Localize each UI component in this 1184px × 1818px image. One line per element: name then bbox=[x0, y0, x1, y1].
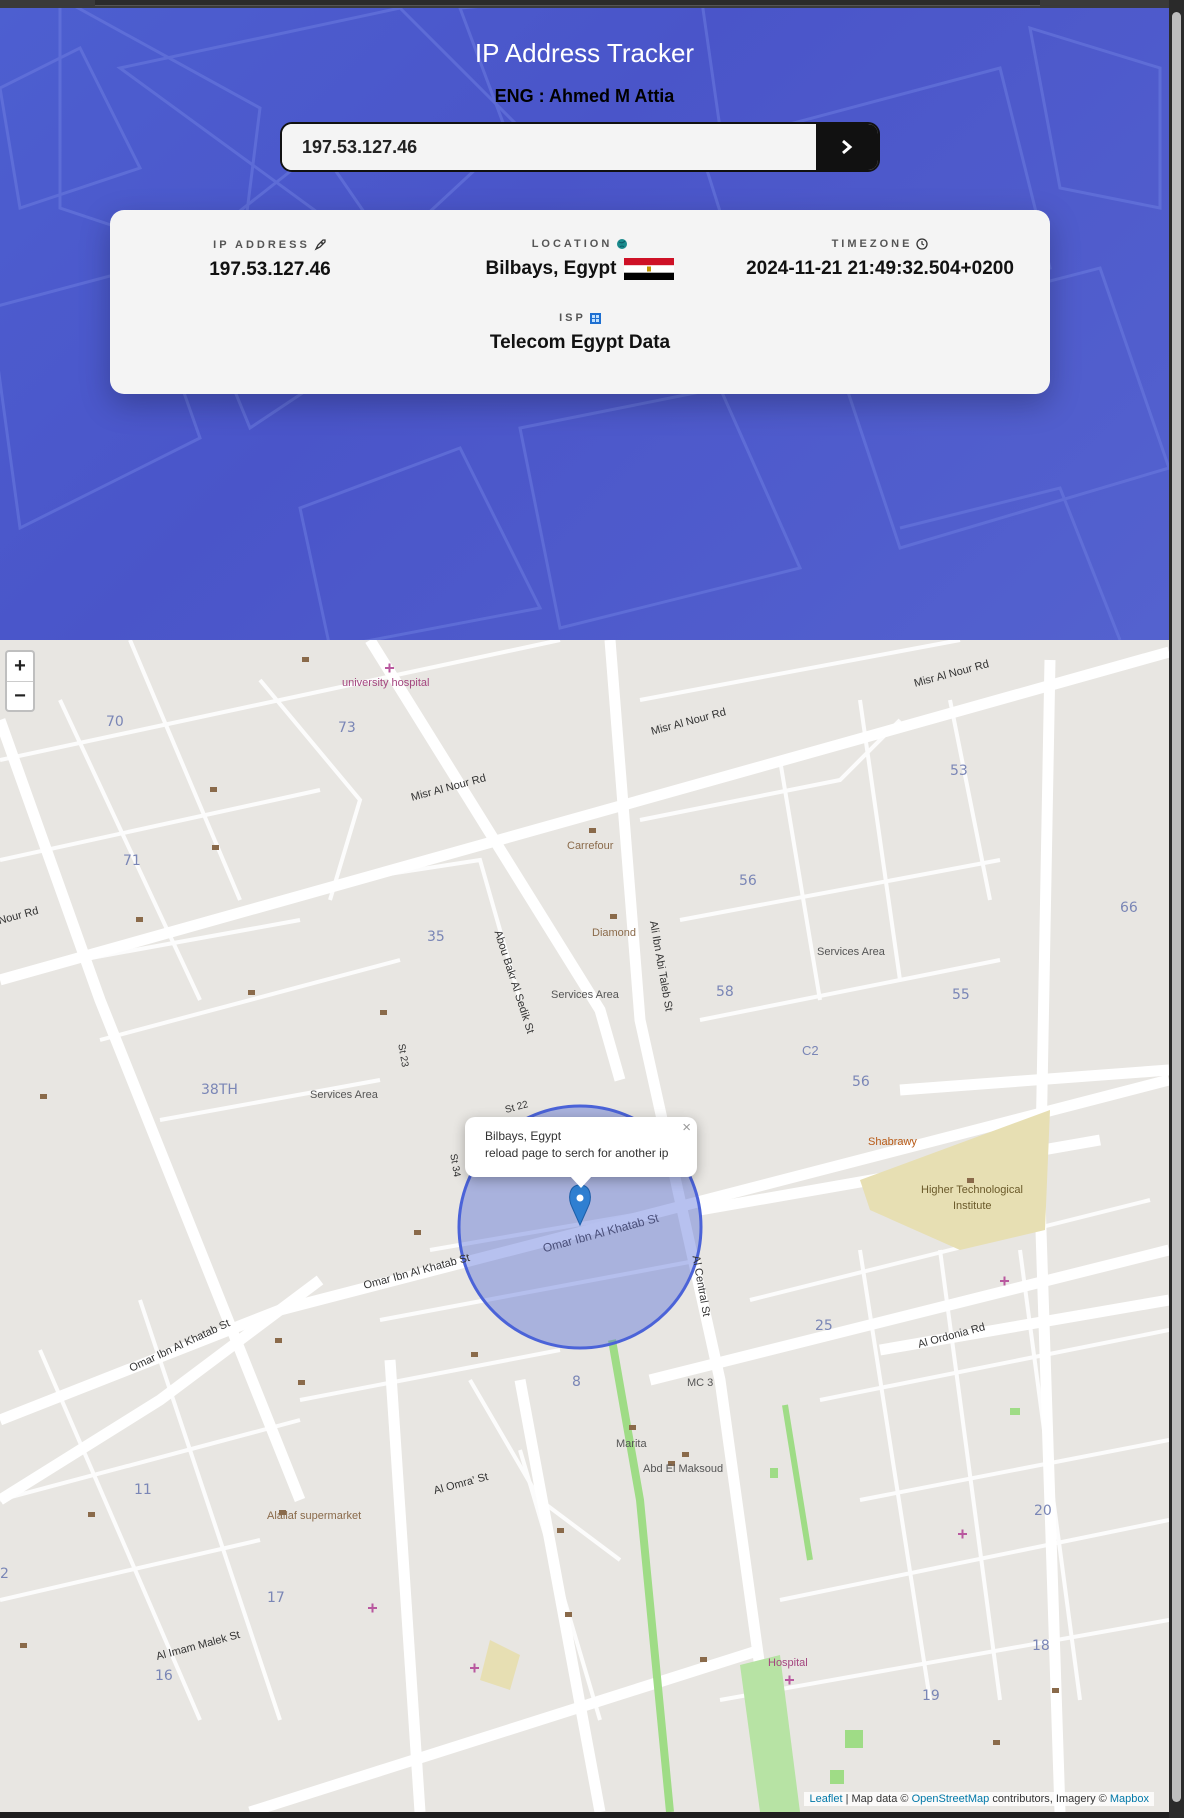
map-label-institute: Institute bbox=[953, 1200, 992, 1212]
ip-address-label: IP ADDRESS bbox=[213, 238, 310, 251]
svg-text:20: 20 bbox=[1034, 1503, 1052, 1519]
svg-text:56: 56 bbox=[739, 873, 757, 889]
svg-text:56: 56 bbox=[852, 1074, 870, 1090]
ip-address-block: IP ADDRESS 197.53.127.46 bbox=[150, 238, 390, 281]
isp-label-row: ISP bbox=[460, 312, 700, 324]
isp-value: Telecom Egypt Data bbox=[489, 332, 671, 353]
map-attribution: Leaflet | Map data © OpenStreetMap contr… bbox=[804, 1792, 1154, 1806]
svg-text:2: 2 bbox=[0, 1566, 9, 1582]
search-submit-button[interactable] bbox=[816, 124, 878, 170]
map-label-shabrawy: Shabrawy bbox=[868, 1136, 917, 1148]
map-label-university-hospital: university hospital bbox=[342, 677, 430, 689]
map-label-alallaf: Alallaf supermarket bbox=[267, 1510, 362, 1522]
map-label-services-area-2: Services Area bbox=[817, 946, 885, 958]
map-label-mc3: MC 3 bbox=[687, 1377, 714, 1389]
chevron-right-icon bbox=[842, 139, 853, 155]
svg-text:66: 66 bbox=[1120, 900, 1138, 916]
rocket-icon bbox=[314, 239, 326, 251]
header-section: IP Address Tracker ENG : Ahmed M Attia I… bbox=[0, 8, 1169, 640]
map-label-diamond: Diamond bbox=[592, 927, 637, 939]
leaflet-link[interactable]: Leaflet bbox=[809, 1793, 842, 1805]
egypt-flag-icon bbox=[624, 258, 675, 280]
svg-text:73: 73 bbox=[338, 720, 356, 736]
location-label-row: LOCATION bbox=[460, 238, 700, 250]
ip-search-form bbox=[280, 122, 880, 172]
contributors-text: contributors, Imagery © bbox=[992, 1793, 1107, 1805]
map-label-c2: C2 bbox=[802, 1043, 819, 1058]
svg-text:55: 55 bbox=[952, 987, 970, 1003]
map-label-higher-tech: Higher Technological bbox=[921, 1184, 1023, 1196]
svg-text:58: 58 bbox=[716, 984, 734, 1000]
svg-text:25: 25 bbox=[815, 1318, 833, 1334]
map-data-text: | Map data © bbox=[845, 1793, 909, 1805]
location-block: LOCATION Bilbays, Egypt bbox=[460, 238, 700, 280]
page-scrollbar-thumb[interactable] bbox=[1172, 12, 1181, 1802]
zoom-in-button[interactable]: + bbox=[7, 652, 33, 682]
svg-text:70: 70 bbox=[106, 714, 124, 730]
map-label-hospital: Hospital bbox=[768, 1657, 808, 1669]
map-label-services-area-3: Services Area bbox=[310, 1089, 378, 1101]
ip-info-card: IP ADDRESS 197.53.127.46 LOCATION Bilbay… bbox=[110, 210, 1050, 394]
browser-bar bbox=[95, 0, 1040, 6]
map-label-marita: Marita bbox=[616, 1438, 647, 1450]
building-icon bbox=[589, 312, 601, 324]
svg-text:19: 19 bbox=[922, 1688, 940, 1704]
location-popup: × Bilbays, Egypt reload page to serch fo… bbox=[465, 1117, 697, 1188]
author-credit: ENG : Ahmed M Attia bbox=[494, 86, 675, 106]
isp-block: ISP Telecom Egypt Data bbox=[460, 312, 700, 354]
ip-search-input[interactable] bbox=[282, 124, 818, 170]
popup-tip bbox=[570, 1176, 592, 1188]
ip-address-value: 197.53.127.46 bbox=[209, 259, 331, 280]
location-label: LOCATION bbox=[531, 238, 613, 250]
map-view[interactable]: 70 73 71 35 56 53 66 58 55 56 38TH 25 11 17 16 20 1… bbox=[0, 640, 1169, 1812]
popup-hint-text: reload page to serch for another ip bbox=[485, 1146, 669, 1160]
popup-close-button[interactable]: × bbox=[682, 1119, 691, 1136]
map-canvas[interactable]: 70 73 71 35 56 53 66 58 55 56 38TH 25 11 17 16 20 1… bbox=[0, 640, 1169, 1812]
globe-icon bbox=[617, 239, 628, 249]
svg-text:16: 16 bbox=[155, 1668, 173, 1684]
location-value: Bilbays, Egypt bbox=[485, 258, 617, 279]
mapbox-link[interactable]: Mapbox bbox=[1110, 1793, 1149, 1805]
location-value-row: Bilbays, Egypt bbox=[460, 258, 700, 280]
timezone-label-row: TIMEZONE bbox=[730, 238, 1030, 250]
svg-text:18: 18 bbox=[1032, 1638, 1050, 1654]
timezone-label: TIMEZONE bbox=[831, 238, 913, 250]
svg-text:35: 35 bbox=[427, 929, 445, 945]
svg-text:8: 8 bbox=[572, 1374, 581, 1390]
map-label-services-area-1: Services Area bbox=[551, 989, 619, 1001]
zoom-out-button[interactable]: − bbox=[7, 682, 33, 711]
svg-text:38TH: 38TH bbox=[201, 1082, 238, 1098]
svg-text:11: 11 bbox=[134, 1482, 152, 1498]
ip-address-label-row: IP ADDRESS bbox=[150, 238, 390, 251]
timezone-block: TIMEZONE 2024-11-21 21:49:32.504+0200 bbox=[730, 238, 1030, 280]
clock-icon bbox=[916, 238, 929, 250]
isp-label: ISP bbox=[559, 312, 586, 324]
map-label-abd-el-maksoud: Abd El Maksoud bbox=[643, 1463, 724, 1475]
svg-text:71: 71 bbox=[123, 853, 141, 869]
osm-link[interactable]: OpenStreetMap bbox=[912, 1793, 990, 1805]
svg-text:17: 17 bbox=[267, 1590, 285, 1606]
zoom-control: + − bbox=[5, 650, 35, 712]
map-label-carrefour: Carrefour bbox=[567, 840, 614, 852]
page-title: IP Address Tracker bbox=[474, 38, 695, 68]
timezone-value: 2024-11-21 21:49:32.504+0200 bbox=[746, 258, 1014, 279]
popup-location-text: Bilbays, Egypt bbox=[485, 1129, 562, 1143]
svg-text:53: 53 bbox=[950, 763, 968, 779]
